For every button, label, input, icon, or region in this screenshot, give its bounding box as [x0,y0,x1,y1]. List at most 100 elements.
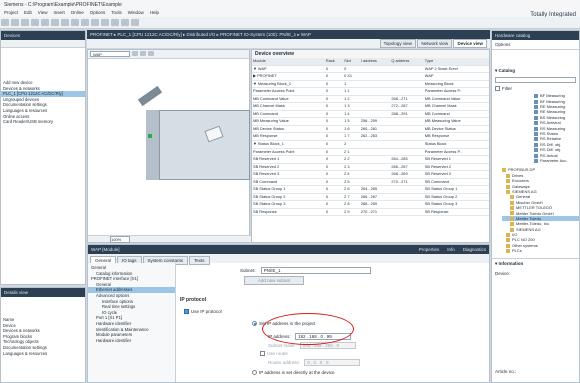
table-cell: 0 [324,185,344,194]
project-tree-item[interactable]: Card Reader/USB memory [1,119,85,125]
router-address-input[interactable]: 0 . 0 . 0 . 0 [304,359,361,366]
table-row[interactable]: SB Status Group 102 6 264...265 SB Status … [252,185,489,194]
table-cell: 0 [324,170,344,179]
menu-item-help[interactable]: Help [150,10,159,15]
go-offline-icon[interactable] [131,19,139,26]
table-row[interactable]: Parameter Access Point 0 2 1 Parameter Acce… [252,148,489,157]
overview-column-header[interactable]: Module [252,58,325,66]
table-row[interactable]: SB Reserved 302 4 268...269 SB Reserved 3 [252,170,489,179]
table-cell: 0 [324,132,344,141]
overview-column-header[interactable]: Rack [324,58,344,66]
use-ip-checkbox[interactable] [184,309,189,315]
table-cell: 0 [324,140,344,149]
paste-icon[interactable] [61,19,69,26]
table-row[interactable]: Parameter Access Point 0 1 1 Parameter Acce… [252,87,489,96]
table-row[interactable]: MB Response 0 1 7 262...263 MB Response [252,132,489,141]
table-row[interactable]: MB Device Status 0 1 6 260...261 MB Device S… [252,125,489,134]
ip-direct-radio[interactable] [252,370,257,376]
table-cell [390,80,424,89]
table-row[interactable]: SB Status Group 302 8 268...269 SB Status … [252,200,489,209]
catalog-tree-label: PLCs [512,248,522,254]
table-cell [390,125,424,134]
add-subnet-button[interactable]: Add new subnet [244,276,304,285]
device-select-combo[interactable]: WAP [90,51,130,57]
catalog-section[interactable]: ▾ Catalog [492,66,579,76]
information-section[interactable]: ▾ Information [492,257,579,269]
overview-column-header[interactable]: Q address [390,58,424,66]
overview-column-header[interactable]: Type [423,58,489,66]
device-rack[interactable] [146,110,250,180]
new-project-icon[interactable] [1,19,9,26]
menu-item-options[interactable]: Options [90,10,106,15]
set-ip-radio[interactable] [252,321,257,327]
go-online-icon[interactable] [121,19,129,26]
table-row[interactable]: MB Channel Mask 0 1 3 272...287 MB Channel M… [252,102,489,111]
table-row[interactable]: ▼ WAP 0 0 WAP 2 Stack Erect [252,65,489,74]
table-cell: 266...267 [359,193,391,202]
tab-texts[interactable]: Texts [189,256,210,265]
table-row[interactable]: ▶ PROFINET 0 0 X1 WAP [252,72,489,81]
open-project-icon[interactable] [11,19,19,26]
table-row[interactable]: SB Reserved 102 2 264...265 SB Reserved 1 [252,155,489,164]
fit-icon[interactable] [148,51,155,56]
copy-icon[interactable] [51,19,59,26]
undo-icon[interactable] [81,19,89,26]
tab-properties[interactable]: Properties [419,247,440,252]
table-cell: 2 3 [343,163,360,172]
table-cell: 0 [343,65,360,74]
tab-diagnostics[interactable]: Diagnostics [463,247,486,252]
properties-nav-item[interactable]: Hardware identifier [88,338,175,344]
zoom-value[interactable]: 100% [110,236,130,243]
redo-icon[interactable] [91,19,99,26]
details-view-item[interactable]: Languages & resources [1,351,85,357]
table-cell: 270...271 [359,208,391,217]
table-cell: MB Command Value [423,95,489,104]
table-cell: SB Status Group 1 [252,185,325,194]
zoom-out-icon[interactable] [140,51,147,56]
table-cell: ▶ PROFINET [252,72,325,81]
filter-checkbox[interactable] [495,86,500,92]
use-router-checkbox[interactable] [260,351,265,357]
table-row[interactable]: MB Command 0 1 4 288...291 MB Command [252,110,489,119]
delete-icon[interactable] [71,19,79,26]
menu-item-project[interactable]: Project [4,10,18,15]
table-row[interactable]: SB Reserved 202 3 266...267 SB Reserved 2 [252,163,489,172]
overview-column-header[interactable]: Slot [343,58,360,66]
catalog-result-item[interactable]: Parameter Acc.. [534,158,579,163]
table-row[interactable]: MB Measuring Value 0 1 5 256...259 MB Measur… [252,117,489,126]
menu-item-insert[interactable]: Insert [53,10,64,15]
window-title-bar: Siemens - C:\Program\Example\PROFINET\Ex… [0,0,580,9]
table-row[interactable]: ▼ Status Block_1 0 2 Status Block [252,140,489,149]
tab-info[interactable]: Info [447,247,455,252]
table-row[interactable]: ▼ Measuring Block_1 0 1 Measuring Block [252,80,489,89]
download-icon[interactable] [111,19,119,26]
topology-view-button[interactable]: Topology view [379,39,416,48]
compile-icon[interactable] [101,19,109,26]
table-cell: 0 [324,178,344,187]
menu-item-view[interactable]: View [38,10,48,15]
device-module-graphic[interactable] [146,110,160,180]
table-cell: 1 7 [343,132,360,141]
table-row[interactable]: SB Status Group 202 7 266...267 SB Status … [252,193,489,202]
zoom-in-icon[interactable] [132,51,139,56]
menu-item-edit[interactable]: Edit [24,10,32,15]
catalog-tree-item[interactable]: PLCs [502,248,579,253]
folder-icon [506,189,510,194]
module-icon [534,158,538,163]
save-icon[interactable] [21,19,29,26]
menu-item-online[interactable]: Online [71,10,84,15]
print-icon[interactable] [31,19,39,26]
table-row[interactable]: SB Response 0 2 9 270...271 SB Response [252,208,489,217]
catalog-search-input[interactable] [495,77,576,83]
network-view-button[interactable]: Network view [417,39,453,48]
table-row[interactable]: SB Command 0 2 5 270...271 SB Command [252,178,489,187]
device-view-button[interactable]: Device view [453,39,487,48]
menu-item-window[interactable]: Window [128,10,144,15]
menu-item-tools[interactable]: Tools [111,10,122,15]
subnet-select[interactable]: PN/IE_1 [260,267,371,274]
module-icon [534,137,538,142]
catalog-tree-label: PROFIBUS DP [508,167,536,173]
cut-icon[interactable] [41,19,49,26]
overview-column-header[interactable]: I address [359,58,391,66]
table-row[interactable]: MB Command Value 0 1 2 268...271 MB Command … [252,95,489,104]
